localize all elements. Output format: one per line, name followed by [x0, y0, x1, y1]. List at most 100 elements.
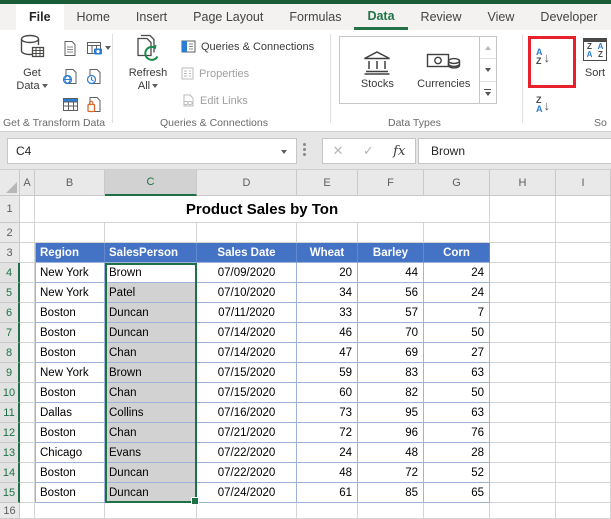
cell-D15[interactable]: 07/24/2020 [197, 483, 297, 503]
tab-developer[interactable]: Developer [527, 4, 610, 30]
cell-A10[interactable] [20, 383, 35, 403]
cell-I8[interactable] [556, 343, 611, 363]
cell-B12[interactable]: Boston [35, 423, 105, 443]
cell-E3[interactable]: Wheat [297, 243, 358, 263]
row-header-9[interactable]: 9 [0, 363, 20, 383]
cell-E11[interactable]: 73 [297, 403, 358, 423]
col-header-C[interactable]: C [105, 170, 197, 196]
cell-A6[interactable] [20, 303, 35, 323]
cell-G4[interactable]: 24 [424, 263, 490, 283]
cell-E15[interactable]: 61 [297, 483, 358, 503]
cell-E14[interactable]: 48 [297, 463, 358, 483]
cell-I11[interactable] [556, 403, 611, 423]
cell-F15[interactable]: 85 [358, 483, 424, 503]
cell-A11[interactable] [20, 403, 35, 423]
cell-D16[interactable] [197, 503, 297, 519]
enter-icon[interactable]: ✓ [363, 143, 374, 159]
cell-B2[interactable] [35, 223, 105, 243]
tab-review[interactable]: Review [408, 4, 475, 30]
cell-A1[interactable] [20, 196, 35, 223]
cell-D10[interactable]: 07/15/2020 [197, 383, 297, 403]
cell-H13[interactable] [490, 443, 556, 463]
cell-D13[interactable]: 07/22/2020 [197, 443, 297, 463]
cancel-icon[interactable]: ✕ [333, 143, 344, 159]
cell-E2[interactable] [297, 223, 358, 243]
cell-E12[interactable]: 72 [297, 423, 358, 443]
cell-G10[interactable]: 50 [424, 383, 490, 403]
cell-F14[interactable]: 72 [358, 463, 424, 483]
name-box-dropdown-icon[interactable] [281, 150, 287, 154]
cell-A15[interactable] [20, 483, 35, 503]
cell-D14[interactable]: 07/22/2020 [197, 463, 297, 483]
col-header-E[interactable]: E [297, 170, 358, 196]
row-header-6[interactable]: 6 [0, 303, 20, 323]
cell-B13[interactable]: Chicago [35, 443, 105, 463]
cell-F12[interactable]: 96 [358, 423, 424, 443]
cell-I16[interactable] [556, 503, 611, 519]
cell-H7[interactable] [490, 323, 556, 343]
cell-E13[interactable]: 24 [297, 443, 358, 463]
cell-C5[interactable]: Patel [105, 283, 197, 303]
cell-E16[interactable] [297, 503, 358, 519]
existing-connections-button[interactable] [86, 93, 110, 115]
from-text-csv-button[interactable] [62, 37, 86, 59]
cell-B15[interactable]: Boston [35, 483, 105, 503]
cell-H14[interactable] [490, 463, 556, 483]
recent-sources-button[interactable] [86, 65, 110, 87]
gallery-scroll-up-button[interactable] [480, 37, 496, 59]
cell-B4[interactable]: New York [35, 263, 105, 283]
cell-A7[interactable] [20, 323, 35, 343]
sort-button[interactable]: ZA AZ Sort [578, 38, 611, 118]
cell-H15[interactable] [490, 483, 556, 503]
cell-A16[interactable] [20, 503, 35, 519]
cell-G8[interactable]: 27 [424, 343, 490, 363]
row-header-5[interactable]: 5 [0, 283, 20, 303]
col-header-A[interactable]: A [20, 170, 35, 196]
cell-C2[interactable] [105, 223, 197, 243]
col-header-I[interactable]: I [556, 170, 611, 196]
insert-function-icon[interactable]: fx [393, 144, 405, 159]
cell-E6[interactable]: 33 [297, 303, 358, 323]
cell-F4[interactable]: 44 [358, 263, 424, 283]
cell-A8[interactable] [20, 343, 35, 363]
tab-insert[interactable]: Insert [123, 4, 180, 30]
cell-H11[interactable] [490, 403, 556, 423]
cell-I9[interactable] [556, 363, 611, 383]
gallery-more-button[interactable] [480, 82, 496, 103]
cell-C10[interactable]: Chan [105, 383, 197, 403]
tab-file[interactable]: File [16, 4, 64, 30]
col-header-H[interactable]: H [490, 170, 556, 196]
col-header-B[interactable]: B [35, 170, 105, 196]
cell-I1[interactable] [556, 196, 611, 223]
cell-D12[interactable]: 07/21/2020 [197, 423, 297, 443]
cell-A2[interactable] [20, 223, 35, 243]
cell-F7[interactable]: 70 [358, 323, 424, 343]
currencies-data-type[interactable]: Currencies [409, 37, 479, 103]
cell-F2[interactable] [358, 223, 424, 243]
cell-E7[interactable]: 46 [297, 323, 358, 343]
cell-B5[interactable]: New York [35, 283, 105, 303]
refresh-all-button[interactable]: Refresh All [121, 34, 175, 124]
cell-A9[interactable] [20, 363, 35, 383]
cell-F8[interactable]: 69 [358, 343, 424, 363]
cell-D11[interactable]: 07/16/2020 [197, 403, 297, 423]
cell-D5[interactable]: 07/10/2020 [197, 283, 297, 303]
cell-H4[interactable] [490, 263, 556, 283]
cell-G14[interactable]: 52 [424, 463, 490, 483]
cell-A14[interactable] [20, 463, 35, 483]
sheet-title-cell[interactable]: Product Sales by Ton [35, 196, 490, 223]
col-header-D[interactable]: D [197, 170, 297, 196]
row-header-8[interactable]: 8 [0, 343, 20, 363]
cell-D6[interactable]: 07/11/2020 [197, 303, 297, 323]
cell-G15[interactable]: 65 [424, 483, 490, 503]
cell-G13[interactable]: 28 [424, 443, 490, 463]
edit-links-button[interactable]: Edit Links [181, 94, 248, 107]
cell-C8[interactable]: Chan [105, 343, 197, 363]
formula-bar-drag-handle[interactable] [303, 141, 307, 161]
cell-A12[interactable] [20, 423, 35, 443]
row-header-10[interactable]: 10 [0, 383, 20, 403]
cell-B3[interactable]: Region [35, 243, 105, 263]
cell-C6[interactable]: Duncan [105, 303, 197, 323]
cell-H6[interactable] [490, 303, 556, 323]
select-all-button[interactable] [0, 170, 20, 196]
